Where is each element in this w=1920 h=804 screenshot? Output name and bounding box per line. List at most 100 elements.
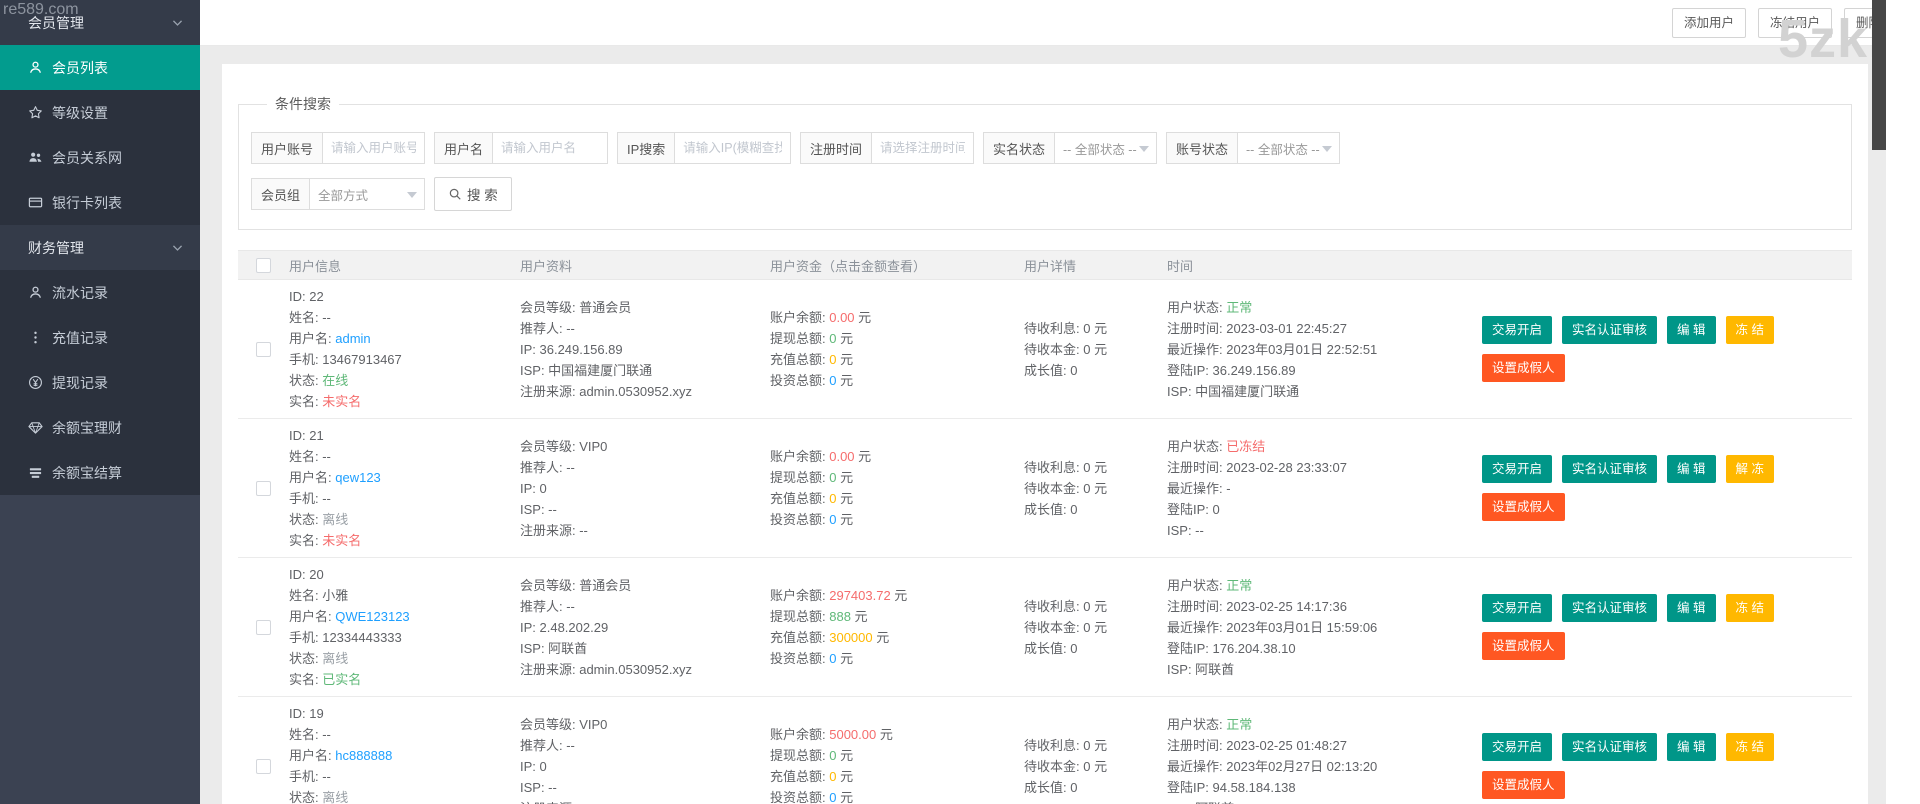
withdraw-total-amount[interactable]: 0 [829, 748, 836, 763]
col-header-user-funds: 用户资金（点击金额查看） [770, 258, 927, 274]
balance-amount[interactable]: 297403.72 [829, 588, 890, 603]
sidebar-item-等级设置[interactable]: 等级设置 [0, 90, 200, 135]
withdraw-total-amount[interactable]: 0 [829, 331, 836, 346]
sidebar-item-银行卡列表[interactable]: 银行卡列表 [0, 180, 200, 225]
dots-icon [28, 330, 43, 345]
ip-search-label: IP搜索 [618, 133, 676, 163]
unfreeze-button[interactable]: 解 冻 [1725, 455, 1774, 483]
chevron-down-icon [1139, 146, 1149, 152]
set-fake-button[interactable]: 设置成假人 [1482, 771, 1565, 799]
search-button[interactable]: 搜 索 [434, 177, 512, 211]
sidebar-item-label: 余额宝理财 [52, 419, 122, 436]
sidebar-item-提现记录[interactable]: 提现记录 [0, 360, 200, 405]
realname-audit-button[interactable]: 实名认证审核 [1562, 594, 1658, 622]
recharge-total-amount[interactable]: 0 [829, 352, 836, 367]
reg-time-label: 注册时间 [801, 133, 873, 163]
sidebar-item-label: 提现记录 [52, 374, 108, 391]
set-fake-button[interactable]: 设置成假人 [1482, 632, 1565, 660]
edit-button[interactable]: 编 辑 [1667, 733, 1716, 761]
edit-button[interactable]: 编 辑 [1667, 594, 1716, 622]
sidebar-item-会员列表[interactable]: 会员列表 [0, 45, 200, 90]
sidebar-item-label: 流水记录 [52, 284, 108, 301]
row-actions-cell: 交易开启 实名认证审核编 辑冻 结设置成假人 [1479, 703, 1852, 804]
realname-status-label: 实名状态 [984, 133, 1056, 163]
right-gutter [1886, 0, 1920, 804]
sidebar-item-label: 余额宝结算 [52, 464, 122, 481]
realname-status-select[interactable]: -- 全部状态 -- [1055, 133, 1156, 163]
user-funds-cell: 账户余额: 5000.00 元提现总额: 0 元充值总额: 0 元投资总额: 0… [770, 727, 893, 804]
sidebar-item-会员关系网[interactable]: 会员关系网 [0, 135, 200, 180]
username-link[interactable]: hc888888 [335, 748, 392, 763]
realname-audit-button[interactable]: 实名认证审核 [1562, 316, 1658, 344]
sidebar-item-label: 会员关系网 [52, 149, 122, 166]
col-header-user-detail: 用户详情 [1024, 258, 1077, 274]
table-header: 用户信息 用户资料 用户资金（点击金额查看） 用户详情 时间 [238, 250, 1852, 280]
username-input[interactable] [493, 133, 607, 163]
bars-icon [28, 465, 43, 480]
username-link[interactable]: QWE123123 [335, 609, 409, 624]
search-button-label: 搜 索 [467, 188, 498, 203]
username-label: 用户名 [435, 133, 494, 163]
account-status-select[interactable]: -- 全部状态 -- [1238, 133, 1339, 163]
realname-audit-button[interactable]: 实名认证审核 [1562, 733, 1658, 761]
freeze-button[interactable]: 冻 结 [1725, 594, 1774, 622]
reg-time-input[interactable] [872, 133, 973, 163]
set-fake-button[interactable]: 设置成假人 [1482, 354, 1565, 382]
sidebar-item-label: 等级设置 [52, 104, 108, 121]
set-fake-button[interactable]: 设置成假人 [1482, 493, 1565, 521]
chevron-down-icon [171, 241, 184, 254]
edit-button[interactable]: 编 辑 [1667, 455, 1716, 483]
main-panel: 条件搜索 用户账号用户名IP搜索注册时间实名状态-- 全部状态 --账号状态--… [222, 64, 1868, 804]
sidebar-item-流水记录[interactable]: 流水记录 [0, 270, 200, 315]
trade-open-button[interactable]: 交易开启 [1482, 316, 1553, 344]
sidebar-item-充值记录[interactable]: 充值记录 [0, 315, 200, 360]
row-checkbox[interactable] [256, 758, 271, 774]
user-profile-cell: 会员等级: VIP0推荐人: --IP: 0ISP: --注册来源: -- [520, 438, 608, 538]
realname-status: 未实名 [322, 394, 362, 409]
trade-open-button[interactable]: 交易开启 [1482, 733, 1553, 761]
user-account-input[interactable] [323, 133, 424, 163]
realname-audit-button[interactable]: 实名认证审核 [1562, 455, 1658, 483]
invest-total-amount[interactable]: 0 [829, 790, 836, 804]
recharge-total-amount[interactable]: 0 [829, 491, 836, 506]
member-group-label: 会员组 [252, 179, 311, 209]
recharge-total-amount[interactable]: 300000 [829, 630, 872, 645]
trade-open-button[interactable]: 交易开启 [1482, 455, 1553, 483]
user-detail-cell: 待收利息: 0 元待收本金: 0 元成长值: 0 [1024, 598, 1108, 656]
row-actions-cell: 交易开启 实名认证审核编 辑冻 结设置成假人 [1479, 286, 1852, 412]
username-link[interactable]: qew123 [335, 470, 381, 485]
balance-amount[interactable]: 5000.00 [829, 727, 876, 742]
sidebar-item-余额宝理财[interactable]: 余额宝理财 [0, 405, 200, 450]
invest-total-amount[interactable]: 0 [829, 651, 836, 666]
balance-amount[interactable]: 0.00 [829, 449, 854, 464]
withdraw-total-amount[interactable]: 0 [829, 470, 836, 485]
ip-search-input[interactable] [675, 133, 790, 163]
select-all-checkbox[interactable] [256, 257, 271, 273]
user-funds-cell: 账户余额: 0.00 元提现总额: 0 元充值总额: 0 元投资总额: 0 元 [770, 310, 872, 388]
username-link[interactable]: admin [335, 331, 370, 346]
row-checkbox[interactable] [256, 480, 271, 496]
card-icon [28, 195, 43, 210]
edit-button[interactable]: 编 辑 [1667, 316, 1716, 344]
balance-amount[interactable]: 0.00 [829, 310, 854, 325]
freeze-button[interactable]: 冻 结 [1725, 733, 1774, 761]
online-status: 在线 [322, 373, 349, 388]
row-checkbox[interactable] [256, 619, 271, 635]
invest-total-amount[interactable]: 0 [829, 512, 836, 527]
trade-open-button[interactable]: 交易开启 [1482, 594, 1553, 622]
sidebar-group-header[interactable]: 财务管理 [0, 225, 200, 270]
table-row: ID: 20 姓名: 小雅 用户名: QWE123123 手机: 1233444333… [238, 558, 1852, 697]
add-user-button[interactable]: 添加用户 [1672, 8, 1747, 38]
invest-total-amount[interactable]: 0 [829, 373, 836, 388]
col-header-time: 时间 [1167, 258, 1194, 274]
scrollbar-thumb[interactable] [1872, 0, 1886, 150]
freeze-button[interactable]: 冻 结 [1725, 316, 1774, 344]
member-group-field: 会员组 全部方式 [251, 178, 425, 210]
user-info-cell: ID: 21 姓名: -- 用户名: qew123 手机: -- 状态: 离线 实名: 未… [289, 428, 381, 548]
recharge-total-amount[interactable]: 0 [829, 769, 836, 784]
withdraw-total-amount[interactable]: 888 [829, 609, 851, 624]
sidebar-item-余额宝结算[interactable]: 余额宝结算 [0, 450, 200, 495]
member-group-select[interactable]: 全部方式 [310, 179, 424, 209]
sidebar: 会员管理 会员列表 等级设置 会员关系网 银行卡列表 财务管理 流水记录 充值记录 提现记录 余额… [0, 0, 200, 804]
row-checkbox[interactable] [256, 341, 271, 357]
